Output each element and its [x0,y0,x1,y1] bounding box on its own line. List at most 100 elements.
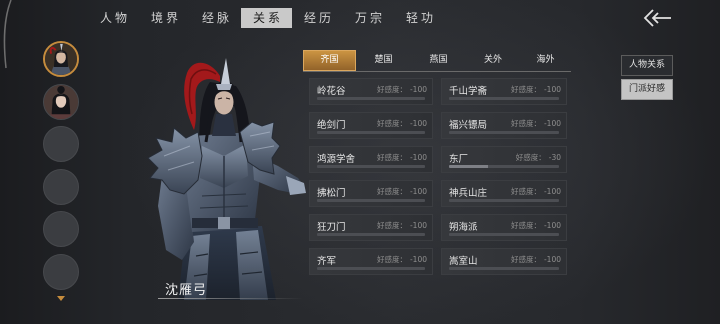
faction-card[interactable]: 拂松门 好感度： -100 [309,180,433,207]
affinity-readout: 好感度： -30 [516,152,561,163]
edge-ornament [3,0,12,69]
faction-name: 拂松门 [317,188,346,199]
affinity-value: -100 [409,153,427,162]
faction-card[interactable]: 神兵山庄 好感度： -100 [441,180,567,207]
faction-affinity-list: 岭花谷 好感度： -100 千山学斋 好感度： -100 绝剑门 好感度： -100 … [309,78,567,275]
faction-name: 千山学斋 [449,86,488,97]
tab-experience[interactable]: 经历 [292,8,343,28]
faction-name: 朔海派 [449,222,478,233]
faction-name: 东厂 [449,154,469,165]
character-illustration [140,46,315,300]
portrait-woman-icon [44,84,78,119]
affinity-bar [449,97,559,100]
faction-name: 齐军 [317,256,337,267]
affinity-value: -100 [543,221,561,230]
affinity-bar [317,199,425,202]
affinity-readout: 好感度： -100 [377,152,427,163]
name-divider [158,298,303,299]
tab-region-guanwai[interactable]: 关外 [466,50,520,71]
affinity-bar [317,267,425,270]
region-tab-bar: 齐国 楚国 燕国 关外 海外 [303,50,571,72]
tab-character[interactable]: 人物 [88,8,139,28]
tab-region-chu[interactable]: 楚国 [356,50,411,71]
affinity-value: -100 [543,119,561,128]
affinity-readout: 好感度： -100 [511,84,561,95]
chevron-down-icon[interactable] [57,296,65,301]
affinity-readout: 好感度： -100 [377,254,427,265]
affinity-label: 好感度： [510,187,541,196]
affinity-bar [449,267,559,270]
affinity-readout: 好感度： -100 [511,220,561,231]
affinity-value: -100 [409,187,427,196]
faction-card[interactable]: 东厂 好感度： -30 [441,146,567,173]
faction-card[interactable]: 岭花谷 好感度： -100 [309,78,433,105]
main-tab-bar: 人物 境界 经脉 关系 经历 万宗 轻功 [88,8,445,28]
relation-side-menu: 人物关系 门派好感 [621,55,673,103]
affinity-value: -100 [409,119,427,128]
avatar-slot-5-empty[interactable] [43,211,79,247]
affinity-label: 好感度： [376,153,407,162]
side-tab-sect-affinity[interactable]: 门派好感 [621,79,673,100]
affinity-bar [317,131,425,134]
affinity-label: 好感度： [376,221,407,230]
character-name: 沈雁弓 [165,283,208,298]
tab-meridians[interactable]: 经脉 [190,8,241,28]
faction-card[interactable]: 鸿源学舍 好感度： -100 [309,146,433,173]
faction-name: 绝剑门 [317,120,346,131]
avatar-slot-3-empty[interactable] [43,126,79,162]
tab-realm[interactable]: 境界 [139,8,190,28]
affinity-readout: 好感度： -100 [511,118,561,129]
affinity-value: -100 [543,187,561,196]
avatar-slot-4-empty[interactable] [43,168,79,205]
affinity-value: -100 [409,221,427,230]
tab-sects[interactable]: 万宗 [343,8,394,28]
affinity-readout: 好感度： -100 [377,118,427,129]
avatar-slot-6-empty[interactable] [43,253,79,290]
tab-region-haiwai[interactable]: 海外 [520,50,571,71]
faction-name: 岭花谷 [317,86,346,97]
faction-card[interactable]: 齐军 好感度： -100 [309,248,433,275]
affinity-label: 好感度： [510,119,541,128]
affinity-bar [449,199,559,202]
faction-card[interactable]: 千山学斋 好感度： -100 [441,78,567,105]
affinity-value: -30 [548,153,561,162]
affinity-readout: 好感度： -100 [511,254,561,265]
affinity-value: -100 [409,255,427,264]
faction-name: 嵩室山 [449,256,478,267]
faction-card[interactable]: 福兴镖局 好感度： -100 [441,112,567,139]
affinity-value: -100 [543,85,561,94]
faction-card[interactable]: 绝剑门 好感度： -100 [309,112,433,139]
affinity-label: 好感度： [515,153,546,162]
avatar-slot-2[interactable] [43,83,79,120]
portrait-warrior-icon [45,43,77,75]
affinity-label: 好感度： [510,85,541,94]
faction-card[interactable]: 嵩室山 好感度： -100 [441,248,567,275]
affinity-bar [449,165,559,168]
affinity-bar [317,165,425,168]
affinity-readout: 好感度： -100 [377,84,427,95]
tab-region-yan[interactable]: 燕国 [411,50,466,71]
affinity-bar [317,233,425,236]
faction-card[interactable]: 狂刀门 好感度： -100 [309,214,433,241]
affinity-value: -100 [409,85,427,94]
affinity-readout: 好感度： -100 [377,186,427,197]
faction-card[interactable]: 朔海派 好感度： -100 [441,214,567,241]
affinity-value: -100 [543,255,561,264]
faction-name: 福兴镖局 [449,120,488,131]
side-tab-character-relations[interactable]: 人物关系 [621,55,673,76]
faction-name: 狂刀门 [317,222,346,233]
affinity-label: 好感度： [376,255,407,264]
affinity-bar [449,131,559,134]
affinity-bar [317,97,425,100]
affinity-readout: 好感度： -100 [377,220,427,231]
back-arrow-icon[interactable] [642,8,672,28]
character-roster [43,41,79,290]
tab-relations[interactable]: 关系 [241,8,292,28]
avatar-slot-1[interactable] [43,41,79,77]
affinity-label: 好感度： [376,119,407,128]
affinity-label: 好感度： [376,85,407,94]
tab-lightness-skill[interactable]: 轻功 [394,8,445,28]
affinity-label: 好感度： [510,255,541,264]
tab-region-qi[interactable]: 齐国 [303,50,356,71]
affinity-label: 好感度： [376,187,407,196]
